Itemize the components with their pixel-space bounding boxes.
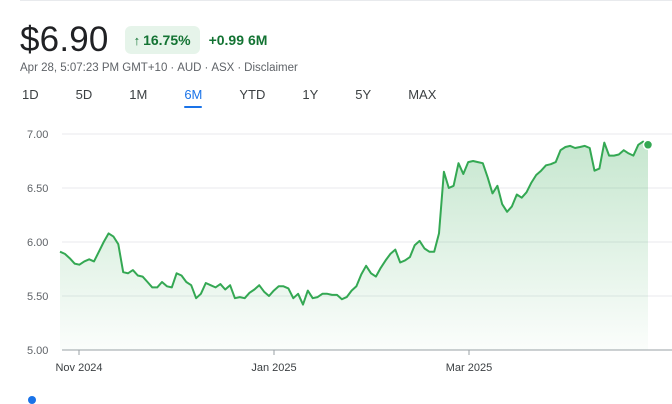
x-tick-label: Mar 2025	[446, 362, 492, 374]
y-tick-label: 7.00	[27, 129, 48, 141]
price-area	[60, 141, 648, 350]
y-tick-label: 5.50	[27, 291, 48, 303]
x-tick-label: Jan 2025	[251, 362, 296, 374]
y-tick-label: 6.00	[27, 237, 48, 249]
last-price-dot	[642, 139, 654, 151]
y-tick-label: 5.00	[27, 345, 48, 357]
price-chart: 7.00 6.50 6.00 5.50 5.00 Nov 2024 Jan 2025 Mar…	[27, 129, 672, 374]
y-tick-label: 6.50	[27, 183, 48, 195]
bottom-indicator	[28, 396, 36, 404]
x-tick-label: Nov 2024	[55, 362, 102, 374]
